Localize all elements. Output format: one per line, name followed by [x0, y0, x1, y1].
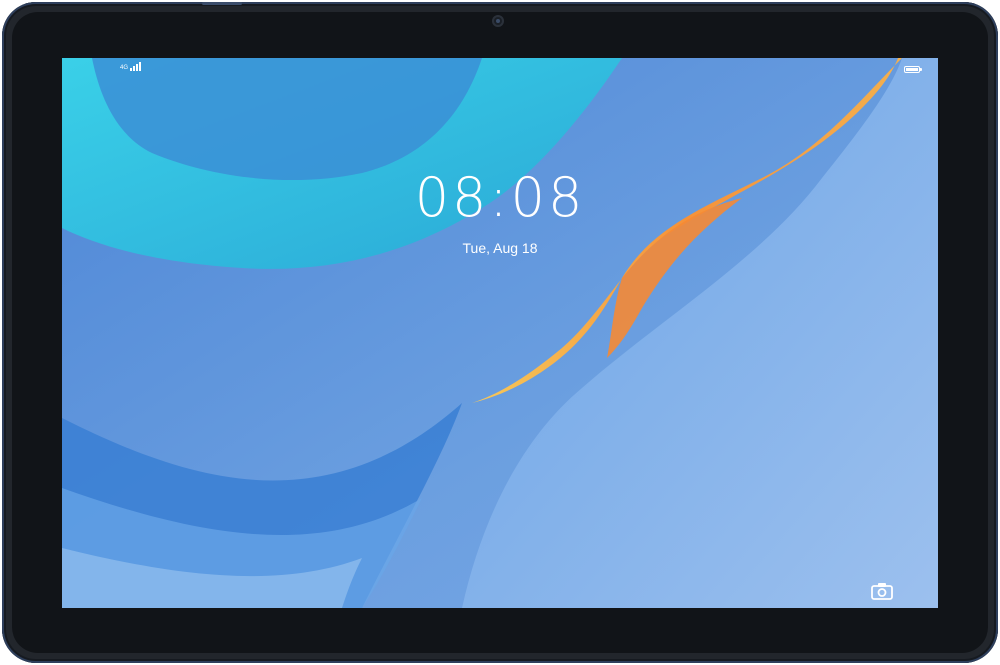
- wallpaper: [62, 58, 938, 608]
- lock-screen[interactable]: 4G 08:08 Tue, Aug 18: [62, 58, 938, 608]
- signal-bars-icon: 4G: [120, 62, 142, 71]
- network-type-label: 4G: [120, 65, 129, 71]
- volume-button: [202, 2, 242, 5]
- lock-screen-clock: 08:08: [414, 166, 586, 229]
- front-camera: [492, 15, 504, 27]
- lock-screen-date: Tue, Aug 18: [462, 240, 538, 256]
- status-bar: 4G: [62, 58, 938, 80]
- battery-icon: [904, 66, 922, 73]
- camera-icon[interactable]: [871, 582, 893, 600]
